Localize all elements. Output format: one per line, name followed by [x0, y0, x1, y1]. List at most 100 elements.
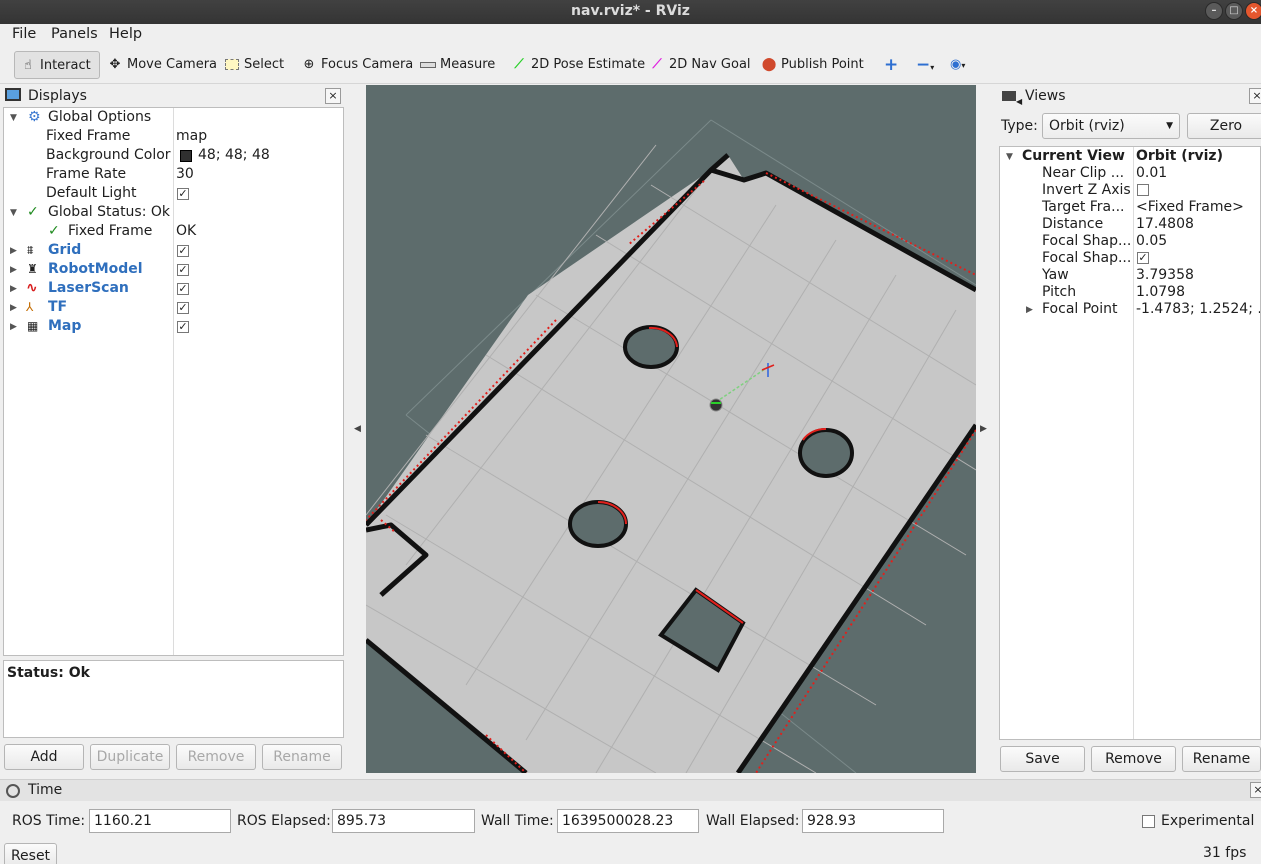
experimental-checkbox[interactable]: [1142, 815, 1155, 828]
display-item-tf[interactable]: TF: [48, 298, 67, 317]
rename-display-button[interactable]: Rename: [262, 744, 342, 770]
collapse-left-panel-icon[interactable]: ◀: [354, 424, 361, 434]
move-camera-icon: ✥: [109, 57, 121, 72]
near-clip-value[interactable]: 0.01: [1136, 164, 1167, 183]
focal-point-value[interactable]: -1.4783; 1.2524; ...: [1136, 300, 1260, 319]
duplicate-display-button[interactable]: Duplicate: [90, 744, 170, 770]
measure-tool-button[interactable]: Measure: [415, 51, 495, 79]
wall-time-field[interactable]: 1639500028.23: [557, 809, 699, 833]
collapse-arrow-icon[interactable]: ▶: [10, 303, 17, 313]
global-status-row[interactable]: Global Status: Ok: [48, 203, 170, 222]
map-icon: ▦: [27, 319, 39, 333]
select-tool-button[interactable]: Select: [219, 51, 284, 79]
clock-icon: [6, 784, 20, 798]
expand-arrow-icon[interactable]: ▼: [10, 208, 17, 218]
map-checkbox[interactable]: ✓: [177, 321, 189, 333]
fixed-frame-value[interactable]: map: [176, 127, 207, 146]
publish-point-tool-button[interactable]: ⬤ Publish Point: [756, 51, 864, 79]
wall-elapsed-field[interactable]: 928.93: [802, 809, 944, 833]
save-view-button[interactable]: Save: [1000, 746, 1085, 772]
global-options-row[interactable]: Global Options: [48, 108, 151, 127]
display-item-map[interactable]: Map: [48, 317, 81, 336]
menu-bar: File Panels Help: [0, 24, 1261, 46]
close-views-button[interactable]: ×: [1249, 88, 1261, 104]
menu-help[interactable]: Help: [109, 26, 142, 42]
expand-arrow-icon[interactable]: ▼: [1006, 152, 1013, 162]
grid-icon: ⩩: [27, 243, 34, 257]
grid-checkbox[interactable]: ✓: [177, 245, 189, 257]
window-title: nav.rviz* - RViz: [571, 3, 690, 19]
pose-estimate-tool-button[interactable]: ⟋ 2D Pose Estimate: [506, 51, 645, 79]
invert-z-checkbox[interactable]: [1137, 184, 1149, 196]
minimize-button[interactable]: –: [1205, 2, 1223, 20]
focal-shape-size-value[interactable]: 0.05: [1136, 232, 1167, 251]
collapse-arrow-icon[interactable]: ▶: [10, 265, 17, 275]
default-light-checkbox[interactable]: ✓: [177, 188, 189, 200]
expand-arrow-icon[interactable]: ▼: [10, 113, 17, 123]
ros-elapsed-field[interactable]: 895.73: [332, 809, 475, 833]
rename-view-button[interactable]: Rename: [1182, 746, 1261, 772]
checkmark-icon: ✓: [48, 223, 60, 239]
frame-rate-value[interactable]: 30: [176, 165, 194, 184]
fixed-frame-label: Fixed Frame: [46, 128, 131, 144]
column-divider: [173, 108, 174, 655]
tf-checkbox[interactable]: ✓: [177, 302, 189, 314]
map-pin-icon: ⬤: [761, 57, 777, 72]
select-label: Select: [244, 57, 285, 72]
robotmodel-checkbox[interactable]: ✓: [177, 264, 189, 276]
remove-view-button[interactable]: Remove: [1091, 746, 1176, 772]
focus-camera-tool-button[interactable]: ⊕ Focus Camera: [296, 51, 414, 79]
nav-goal-tool-button[interactable]: ⟋ 2D Nav Goal: [644, 51, 750, 79]
plus-icon: +: [884, 55, 899, 75]
display-item-grid[interactable]: Grid: [48, 241, 81, 260]
status-text: Status: Ok: [7, 665, 90, 681]
focal-shape-fixed-checkbox[interactable]: ✓: [1137, 252, 1149, 264]
render-viewport[interactable]: [366, 85, 976, 773]
add-display-button[interactable]: Add: [4, 744, 84, 770]
laserscan-checkbox[interactable]: ✓: [177, 283, 189, 295]
status-fixed-frame-value: OK: [176, 223, 197, 239]
publish-point-label: Publish Point: [781, 57, 864, 72]
select-box-icon: [223, 51, 241, 79]
collapse-arrow-icon[interactable]: ▶: [1026, 305, 1033, 315]
menu-panels[interactable]: Panels: [51, 26, 98, 42]
maximize-button[interactable]: □: [1225, 2, 1243, 20]
color-swatch[interactable]: [180, 150, 192, 162]
focus-camera-label: Focus Camera: [321, 57, 414, 72]
collapse-right-panel-icon[interactable]: ▶: [980, 424, 987, 434]
remove-display-button[interactable]: Remove: [176, 744, 256, 770]
remove-tool-button[interactable]: −▾: [912, 51, 940, 79]
chevron-down-icon: ▾: [961, 61, 966, 70]
background-color-value[interactable]: 48; 48; 48: [198, 146, 270, 165]
tool-visibility-button[interactable]: ◉▾: [946, 51, 976, 79]
reset-button[interactable]: Reset: [4, 843, 57, 864]
display-item-robotmodel[interactable]: RobotModel: [48, 260, 143, 279]
toolbar: ☝ Interact ✥ Move Camera Select ⊕ Focus Cam…: [0, 46, 1261, 84]
ros-elapsed-label: ROS Elapsed:: [237, 813, 331, 829]
add-tool-button[interactable]: +: [880, 51, 904, 79]
display-item-laserscan[interactable]: LaserScan: [48, 279, 129, 298]
interact-tool-button[interactable]: ☝ Interact: [14, 51, 100, 79]
close-window-button[interactable]: ×: [1245, 2, 1261, 20]
collapse-arrow-icon[interactable]: ▶: [10, 322, 17, 332]
zero-view-button[interactable]: Zero: [1187, 113, 1261, 139]
map-floor: [366, 155, 976, 773]
view-type-select[interactable]: Orbit (rviz) ▼: [1042, 113, 1180, 139]
background-color-label: Background Color: [46, 147, 171, 163]
displays-title: Displays: [28, 88, 87, 104]
camera-icon: [1002, 91, 1016, 101]
ros-time-field[interactable]: 1160.21: [89, 809, 231, 833]
close-displays-button[interactable]: ×: [325, 88, 341, 104]
camera-lens-icon: ◀: [1016, 97, 1023, 106]
eye-icon: ◉: [950, 57, 962, 72]
time-title: Time: [28, 782, 63, 798]
minus-icon: −: [916, 55, 931, 75]
move-camera-tool-button[interactable]: ✥ Move Camera: [102, 51, 217, 79]
ros-time-label: ROS Time:: [12, 813, 86, 829]
collapse-arrow-icon[interactable]: ▶: [10, 246, 17, 256]
focal-point-label: Focal Point: [1042, 301, 1118, 317]
menu-file[interactable]: File: [12, 26, 36, 42]
close-time-button[interactable]: ×: [1250, 782, 1261, 798]
collapse-arrow-icon[interactable]: ▶: [10, 284, 17, 294]
tf-icon: ⅄: [26, 300, 34, 314]
